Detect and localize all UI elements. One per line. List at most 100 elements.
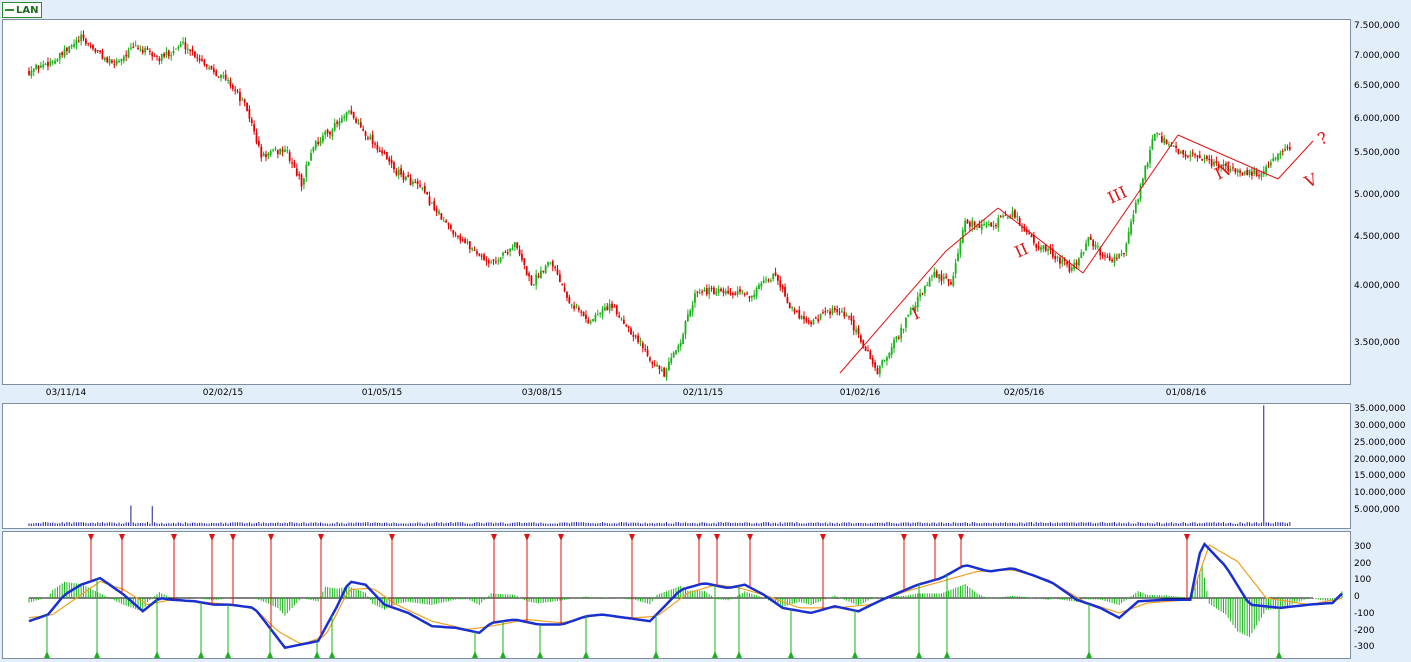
candle-body xyxy=(1002,215,1004,217)
candle-body xyxy=(734,293,737,296)
candle-body xyxy=(1066,261,1068,265)
candle-body xyxy=(1286,147,1289,149)
candle-body xyxy=(1108,255,1111,261)
candle-body xyxy=(139,49,142,51)
price-y-tick-label: 4.000,000 xyxy=(1354,281,1400,291)
candle-body xyxy=(92,44,94,49)
candle-body xyxy=(414,181,417,183)
candle-body xyxy=(627,325,630,328)
candle-body xyxy=(504,251,507,253)
candle-body xyxy=(103,57,106,60)
candle-body xyxy=(897,337,900,339)
candle-body xyxy=(435,208,438,213)
wave-annotation-label: II xyxy=(1012,239,1031,262)
candle-body xyxy=(291,162,293,164)
candle-body xyxy=(1265,166,1268,173)
candle-body xyxy=(698,292,701,294)
candle-body xyxy=(457,235,459,237)
candle-body xyxy=(928,278,931,287)
candle-body xyxy=(805,318,808,322)
candle-body xyxy=(547,262,549,266)
candle-body xyxy=(871,358,874,365)
candle-body xyxy=(217,76,220,78)
candle-body xyxy=(77,40,80,42)
candle-body xyxy=(585,314,587,319)
candle-body xyxy=(596,314,599,316)
sell-signal-marker xyxy=(820,534,826,541)
candle-body xyxy=(73,44,75,47)
candle-body xyxy=(336,121,338,124)
candle-body xyxy=(518,249,521,255)
sell-signal-marker xyxy=(268,534,274,541)
price-y-tick-label: 5.500,000 xyxy=(1354,148,1400,158)
candle-body xyxy=(402,172,405,180)
candle-body xyxy=(127,50,130,58)
candle-body xyxy=(348,111,350,113)
candle-body xyxy=(843,311,846,317)
candle-body xyxy=(748,296,751,298)
candle-body xyxy=(511,248,514,251)
date-x-tick-label: 01/02/16 xyxy=(839,388,881,398)
candle-body xyxy=(864,346,867,351)
volume-chart-panel[interactable] xyxy=(2,403,1351,529)
trend-annotation-line xyxy=(997,207,1084,274)
candle-body xyxy=(1078,258,1080,266)
candle-body xyxy=(568,297,571,304)
candle-body xyxy=(1239,170,1241,173)
candle-body xyxy=(51,61,54,63)
candle-body xyxy=(549,262,552,264)
sell-signal-marker xyxy=(747,534,753,541)
candle-body xyxy=(679,342,682,347)
candle-body xyxy=(632,335,635,337)
candle-body xyxy=(554,266,557,268)
candle-body xyxy=(1054,256,1057,260)
volume-y-tick-label: 30.000,000 xyxy=(1354,421,1406,431)
macd-chart-panel[interactable] xyxy=(2,531,1351,659)
candle-body xyxy=(589,321,592,323)
candle-body xyxy=(786,297,789,304)
candle-body xyxy=(1274,157,1277,160)
macd-y-tick-label: 200 xyxy=(1354,559,1372,569)
candle-body xyxy=(243,99,246,103)
candle-body xyxy=(293,162,296,167)
candle-body xyxy=(829,311,831,315)
price-chart-panel[interactable]: I II III IV V? xyxy=(2,19,1351,385)
candle-body xyxy=(608,303,611,311)
candle-body xyxy=(1144,165,1147,180)
candle-body xyxy=(1089,236,1092,240)
candle-body xyxy=(476,251,478,254)
candle-body xyxy=(288,152,291,161)
candle-body xyxy=(205,64,208,67)
legend-tab-lan[interactable]: LAN xyxy=(2,2,43,18)
candle-body xyxy=(824,311,827,313)
candle-body xyxy=(980,223,983,230)
candle-body xyxy=(407,175,410,177)
candle-body xyxy=(423,186,426,193)
candle-body xyxy=(893,339,895,349)
candle-body xyxy=(393,162,395,170)
candle-body xyxy=(992,225,995,227)
legend-swatch xyxy=(5,9,14,11)
buy-signal-marker xyxy=(198,651,204,658)
candle-body xyxy=(101,50,104,60)
trend-annotation-line xyxy=(839,250,947,374)
volume-y-tick-label: 20.000,000 xyxy=(1354,455,1406,465)
price-y-tick-label: 4.500,000 xyxy=(1354,232,1400,242)
candle-body xyxy=(637,335,639,343)
candle-body xyxy=(345,111,348,118)
price-y-tick-label: 5.000,000 xyxy=(1354,190,1400,200)
candle-body xyxy=(577,307,580,311)
candle-body xyxy=(940,274,943,281)
candle-body xyxy=(869,350,872,360)
candle-body xyxy=(708,287,711,295)
candle-body xyxy=(239,92,241,102)
candle-body xyxy=(694,293,696,303)
candle-body xyxy=(257,140,260,146)
candle-body xyxy=(39,65,42,68)
candle-body xyxy=(1113,256,1116,263)
candle-body xyxy=(1175,145,1177,149)
candle-body xyxy=(115,60,118,65)
candle-body xyxy=(1011,211,1014,218)
candle-body xyxy=(1139,184,1142,200)
candle-body xyxy=(210,65,213,70)
